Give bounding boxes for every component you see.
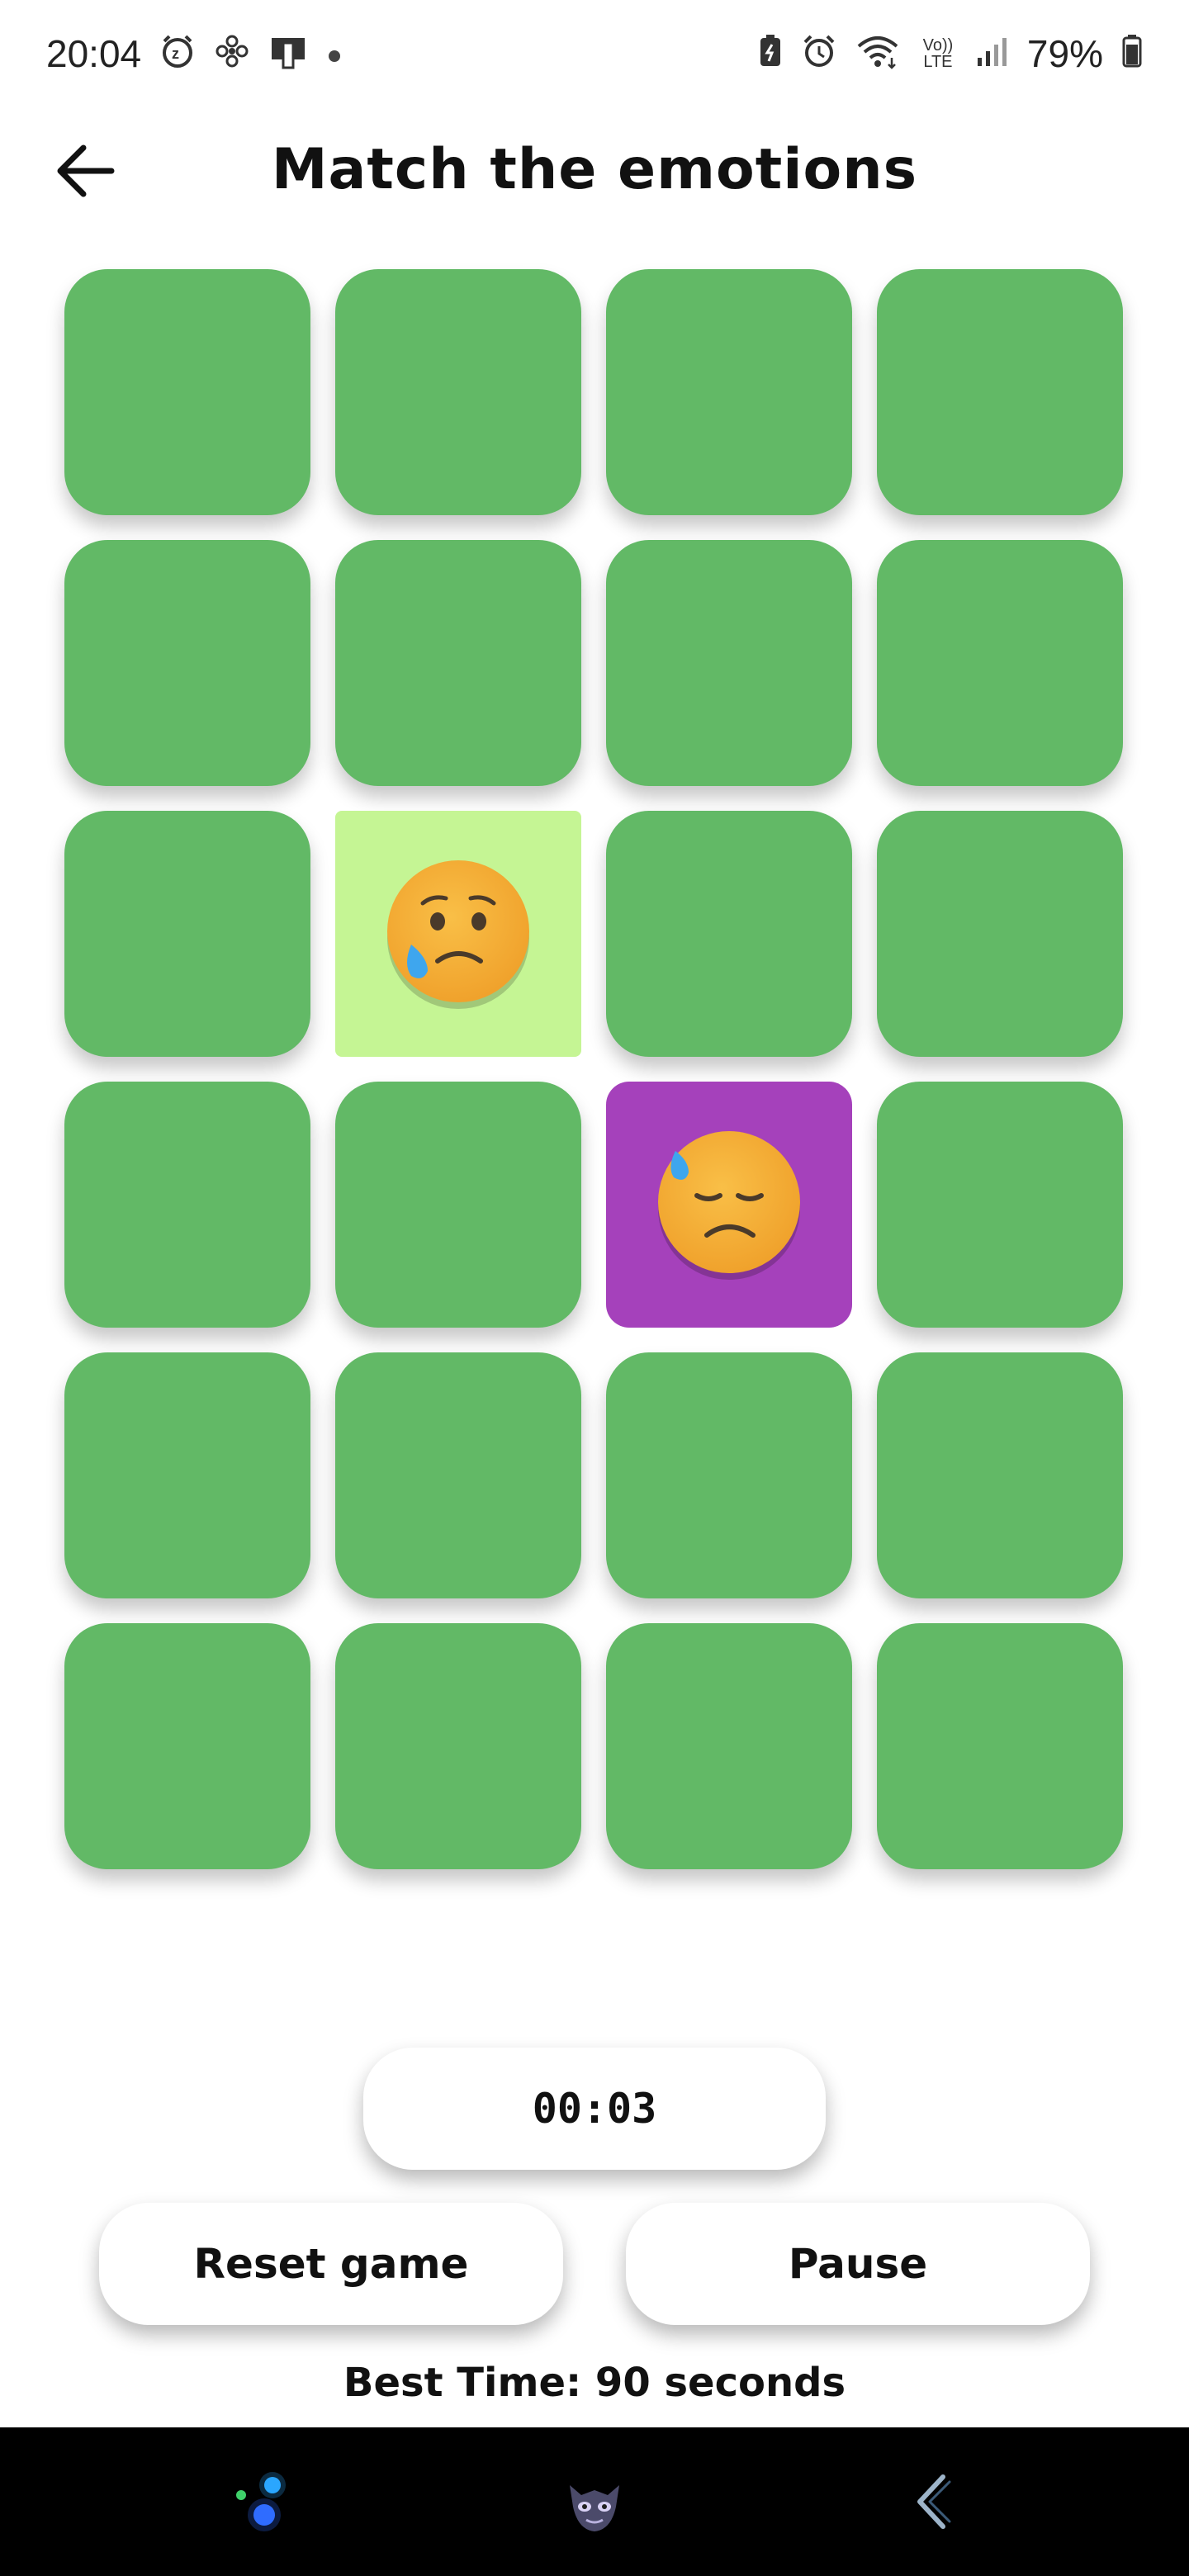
status-time: 20:04: [46, 32, 142, 75]
back-button[interactable]: [50, 134, 124, 208]
card-r3c1[interactable]: [64, 811, 310, 1057]
battery-saver-icon: [758, 33, 783, 75]
crying-face-icon: [387, 860, 529, 1009]
sad-sweat-face-icon: [658, 1131, 800, 1280]
card-r1c1[interactable]: [64, 269, 310, 515]
card-r6c3[interactable]: [606, 1623, 852, 1869]
card-r5c4[interactable]: [877, 1352, 1123, 1598]
app-header: Match the emotions: [0, 116, 1189, 223]
back-gesture-icon[interactable]: [892, 2460, 974, 2543]
card-r2c2[interactable]: [335, 540, 581, 786]
card-r4c2[interactable]: [335, 1082, 581, 1328]
card-r3c4[interactable]: [877, 811, 1123, 1057]
signal-icon: [976, 33, 1009, 75]
card-r4c3-revealed[interactable]: [606, 1082, 852, 1328]
card-r2c3[interactable]: [606, 540, 852, 786]
card-r5c1[interactable]: [64, 1352, 310, 1598]
card-r1c4[interactable]: [877, 269, 1123, 515]
card-r6c4[interactable]: [877, 1623, 1123, 1869]
card-r2c4[interactable]: [877, 540, 1123, 786]
card-r2c1[interactable]: [64, 540, 310, 786]
navigation-bar: [0, 2427, 1189, 2576]
card-r3c3[interactable]: [606, 811, 852, 1057]
timer-display: 00:03: [363, 2048, 826, 2170]
assistant-orbs-icon[interactable]: [223, 2460, 306, 2543]
card-r1c2[interactable]: [335, 269, 581, 515]
card-r3c2-revealed[interactable]: [335, 811, 581, 1057]
card-r4c1[interactable]: [64, 1082, 310, 1328]
reset-game-label: Reset game: [193, 2240, 469, 2288]
battery-percentage: 79%: [1026, 32, 1103, 75]
wifi-icon: [855, 33, 900, 75]
status-bar: 20:04 z Vo)) LTE 79%: [0, 0, 1189, 107]
best-time-text: Best Time: 90 seconds: [343, 2360, 846, 2406]
svg-text:z: z: [172, 45, 179, 62]
status-left: 20:04 z: [46, 31, 343, 76]
alarm-icon: [801, 33, 837, 75]
card-r4c4[interactable]: [877, 1082, 1123, 1328]
dot-icon: [326, 37, 343, 70]
card-r1c3[interactable]: [606, 269, 852, 515]
card-r5c3[interactable]: [606, 1352, 852, 1598]
timer-value: 00:03: [532, 2085, 657, 2133]
arrow-left-icon: [57, 144, 115, 197]
fan-icon: [214, 33, 250, 75]
reset-game-button[interactable]: Reset game: [99, 2203, 563, 2325]
pause-label: Pause: [788, 2240, 928, 2288]
card-grid: [64, 269, 1125, 1869]
card-r6c1[interactable]: [64, 1623, 310, 1869]
card-r6c2[interactable]: [335, 1623, 581, 1869]
volte-icon: Vo)) LTE: [922, 36, 954, 71]
dragon-avatar-icon[interactable]: [553, 2460, 636, 2543]
page-title: Match the emotions: [271, 136, 918, 202]
screen-mirror-icon: [268, 33, 308, 75]
status-right: Vo)) LTE 79%: [758, 31, 1143, 76]
battery-icon: [1121, 33, 1143, 75]
card-r5c2[interactable]: [335, 1352, 581, 1598]
alarm-snooze-icon: z: [159, 33, 196, 75]
pause-button[interactable]: Pause: [626, 2203, 1090, 2325]
